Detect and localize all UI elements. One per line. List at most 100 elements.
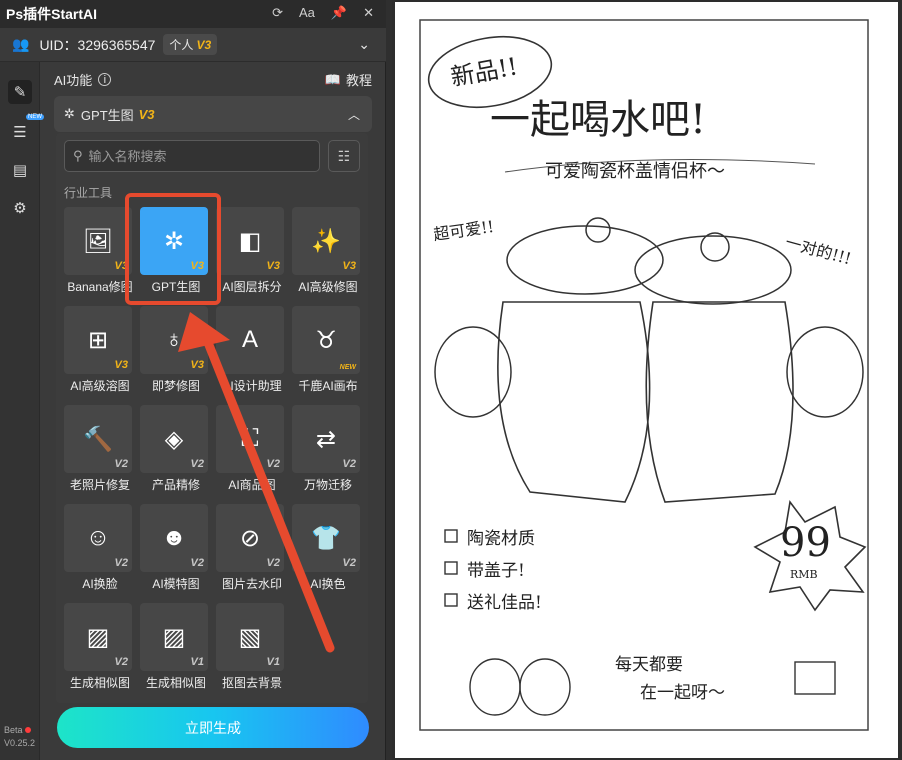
- tool-item[interactable]: ⛶ V2 AI商品图: [212, 403, 284, 495]
- tool-label: 抠图去背景: [221, 676, 282, 690]
- edit-icon[interactable]: ✎: [8, 80, 32, 104]
- poster-currency: RMB: [790, 568, 818, 581]
- tool-item[interactable]: ✨ V3 AI高级修图: [288, 205, 360, 297]
- canvas-area: 新品!! 一起喝水吧! 可爱陶瓷杯盖情侣杯～ 超可爱!! 一对的!!! 陶瓷材质…: [392, 0, 902, 760]
- tutorial-link[interactable]: 📖 教程: [325, 70, 372, 89]
- blend-icon: ⊞: [87, 326, 109, 354]
- search-input[interactable]: [88, 148, 289, 164]
- poster-price: 99: [780, 520, 831, 566]
- close-icon[interactable]: ✕: [363, 5, 374, 21]
- tool-tile[interactable]: ♉ NEW: [292, 306, 360, 374]
- search-box[interactable]: ⚲: [64, 140, 320, 172]
- tool-tile[interactable]: ✨ V3: [292, 207, 360, 275]
- current-tool-selector[interactable]: ✲ GPT生图 V3 ︿: [54, 96, 372, 132]
- tool-item[interactable]: ▨ V2 生成相似图: [60, 601, 132, 693]
- tool-tile[interactable]: ◈ V2: [140, 405, 208, 473]
- tool-label: AI高级修图: [298, 280, 358, 294]
- tool-tile[interactable]: ⊘ V2: [216, 504, 284, 572]
- tool-item[interactable]: 🖼 V3 Banana修图: [60, 205, 133, 297]
- tool-tile[interactable]: 👕 V2: [292, 504, 360, 572]
- poster-canvas: 新品!! 一起喝水吧! 可爱陶瓷杯盖情侣杯～ 超可爱!! 一对的!!! 陶瓷材质…: [395, 2, 898, 758]
- tool-item[interactable]: 🔨 V2 老照片修复: [60, 403, 132, 495]
- tool-version: V2: [266, 458, 280, 470]
- tool-tile[interactable]: ▨ V2: [64, 603, 132, 671]
- info-icon[interactable]: i: [98, 73, 112, 86]
- tool-tile[interactable]: 🖼 V3: [64, 207, 132, 275]
- diamond-icon: ◈: [164, 425, 184, 453]
- layers-icon[interactable]: ☰ NEW: [8, 114, 44, 144]
- user-bar[interactable]: 👥 UID：3296365547 个人 V3 ⌄: [0, 28, 386, 62]
- tool-tile[interactable]: 🔨 V2: [64, 405, 132, 473]
- tool-tile[interactable]: ▨ V1: [140, 603, 208, 671]
- letter-a-icon: A: [241, 326, 258, 353]
- tool-item[interactable]: ☺ V2 AI换脸: [60, 502, 132, 594]
- tool-tile[interactable]: ⛶ V2: [216, 405, 284, 473]
- transfer-icon: ⇄: [315, 425, 337, 453]
- chevron-up-icon[interactable]: ︿: [348, 106, 360, 123]
- status-dot: [24, 727, 31, 733]
- tool-tile[interactable]: ◧ V3: [216, 207, 284, 275]
- tool-item[interactable]: A AI设计助理: [212, 304, 284, 396]
- tool-version: NEW: [339, 364, 356, 371]
- watermark-off-icon: ⊘: [239, 524, 261, 552]
- tool-item[interactable]: ♁ V3 即梦修图: [136, 304, 208, 396]
- version-number: V0.25.2: [4, 738, 36, 748]
- gear-icon[interactable]: ⚙: [8, 196, 32, 220]
- tool-label: AI设计助理: [222, 379, 282, 393]
- tool-version: V1: [266, 656, 280, 668]
- tool-version: V2: [342, 458, 356, 470]
- tool-version: V2: [114, 557, 128, 569]
- tool-tile[interactable]: ⊞ V3: [64, 306, 132, 374]
- tool-item[interactable]: ◈ V2 产品精修: [136, 403, 208, 495]
- tool-label: AI换色: [310, 577, 346, 591]
- current-tool-name: GPT生图: [80, 107, 134, 123]
- tool-label: 老照片修复: [69, 478, 130, 492]
- tool-label: AI换脸: [82, 577, 118, 591]
- tutorial-label: 教程: [345, 73, 372, 88]
- tool-item[interactable]: ⊘ V2 图片去水印: [212, 502, 284, 594]
- tool-item[interactable]: ▧ V1 抠图去背景: [212, 601, 284, 693]
- section-title: AI功能: [54, 73, 93, 88]
- tool-tile[interactable]: ♁ V3: [140, 306, 208, 374]
- sidebar: ✎ ☰ NEW ▤ ⚙: [0, 62, 44, 760]
- tool-version: V2: [114, 458, 128, 470]
- tool-version: V2: [190, 458, 204, 470]
- tool-item[interactable]: ☻ V2 AI模特图: [136, 502, 208, 594]
- poster-feature: 带盖子!: [467, 561, 525, 581]
- tool-tile[interactable]: ☺ V2: [64, 504, 132, 572]
- shirt-icon: 👕: [311, 524, 341, 552]
- hammer-icon: 🔨: [83, 425, 113, 453]
- poster-feature: 陶瓷材质: [467, 529, 535, 549]
- tool-version: V1: [190, 656, 204, 668]
- tool-item[interactable]: ♉ NEW 千鹿AI画布: [288, 304, 360, 396]
- tool-tile[interactable]: ☻ V2: [140, 504, 208, 572]
- generate-button[interactable]: 立即生成: [57, 707, 369, 748]
- pin-icon[interactable]: 📌: [331, 5, 347, 21]
- tool-item[interactable]: ▨ V1 生成相似图: [136, 601, 208, 693]
- tool-item[interactable]: ⇄ V2 万物迁移: [288, 403, 360, 495]
- tool-item[interactable]: 👕 V2 AI换色: [288, 502, 360, 594]
- tool-tile[interactable]: ▧ V1: [216, 603, 284, 671]
- tool-tile[interactable]: A: [216, 306, 284, 374]
- clipboard-icon[interactable]: ▤: [8, 158, 32, 182]
- book-icon: 📖: [324, 71, 341, 87]
- chevron-down-icon[interactable]: ⌄: [358, 36, 370, 53]
- tool-label: 万物迁移: [303, 478, 352, 492]
- tool-item[interactable]: ⊞ V3 AI高级溶图: [60, 304, 132, 396]
- tool-version: V2: [190, 557, 204, 569]
- layer-split-icon: ◧: [238, 227, 262, 255]
- list-view-button[interactable]: ☷: [328, 140, 360, 172]
- refresh-icon[interactable]: ⟳: [272, 5, 283, 21]
- tool-label: 产品精修: [151, 478, 200, 492]
- font-size-icon[interactable]: Aa: [299, 5, 315, 21]
- tool-label: AI商品图: [228, 478, 276, 492]
- tool-item[interactable]: ◧ V3 AI图层拆分: [212, 205, 284, 297]
- user-icon: 👥: [12, 36, 30, 52]
- tool-version: V2: [266, 557, 280, 569]
- tool-label: 生成相似图: [69, 676, 130, 690]
- tool-tile[interactable]: ⇄ V2: [292, 405, 360, 473]
- category-label: 行业工具: [64, 186, 113, 200]
- poster-subhead: 可爱陶瓷杯盖情侣杯～: [545, 161, 725, 182]
- beta-label: Beta: [4, 725, 23, 735]
- tool-version: V2: [342, 557, 356, 569]
